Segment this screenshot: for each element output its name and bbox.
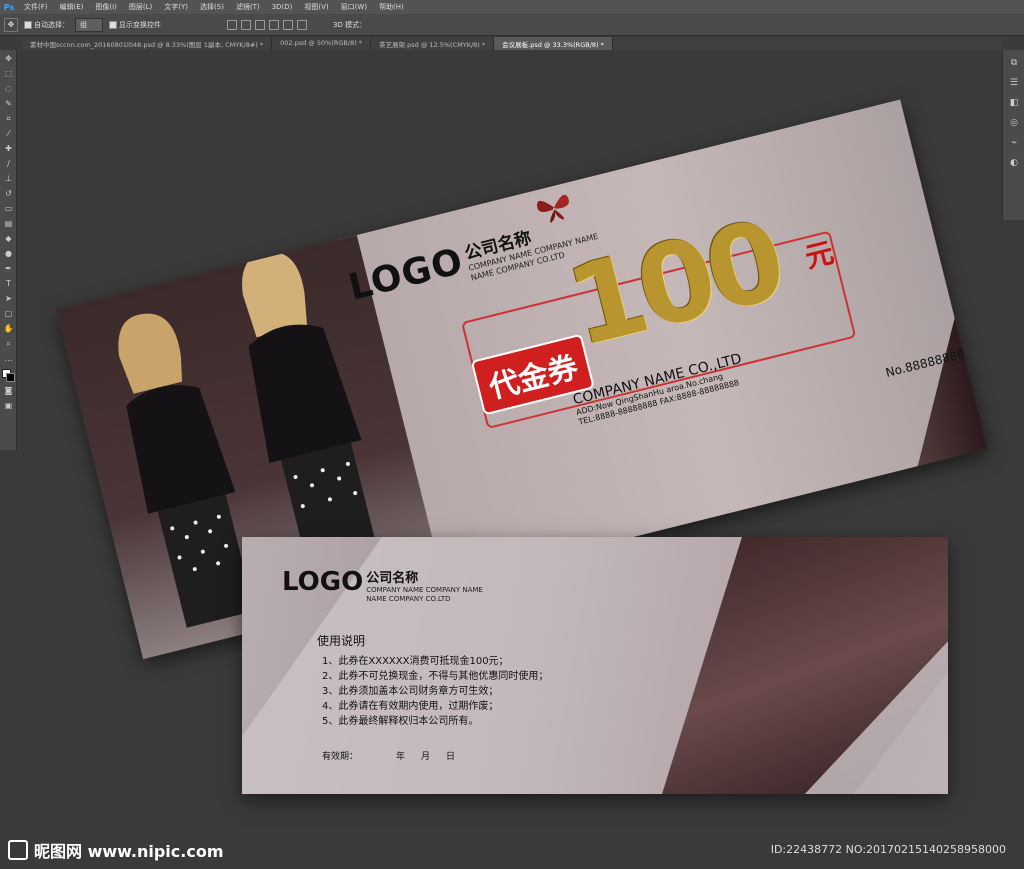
tab-document-active[interactable]: 会议展板.psd @ 33.3%(RGB/8) *: [494, 37, 613, 50]
quick-mask-icon[interactable]: ◙: [2, 384, 15, 397]
validity-year: 年: [396, 752, 406, 762]
menu-filter[interactable]: 滤镜(T): [230, 2, 266, 12]
screen-mode-icon[interactable]: ▣: [2, 399, 15, 412]
site-watermark: 昵图网 www.nipic.com: [8, 838, 224, 862]
menu-3d[interactable]: 3D(D): [266, 3, 299, 11]
usage-rule: 5、此券最终解释权归本公司所有。: [322, 716, 479, 727]
auto-select-checkbox[interactable]: [24, 20, 32, 29]
back-logo-text: LOGO: [282, 567, 364, 597]
usage-rule: 3、此券须加盖本公司财务章方可生效；: [322, 686, 499, 697]
blur-icon[interactable]: ◆: [2, 232, 15, 245]
menu-view[interactable]: 视图(V): [298, 2, 334, 12]
tab-document-2[interactable]: 002.psd @ 50%(RGB/8) *: [272, 37, 372, 50]
validity-day: 日: [446, 752, 456, 762]
hand-icon[interactable]: ✋: [2, 322, 15, 335]
paths-panel-icon[interactable]: ⌁: [1007, 136, 1021, 150]
menu-type[interactable]: 文字(Y): [158, 2, 194, 12]
type-icon[interactable]: T: [2, 277, 15, 290]
menu-edit[interactable]: 编辑(E): [54, 2, 90, 12]
back-company-name-cn: 公司名称: [366, 571, 419, 586]
align-left-icon[interactable]: [269, 19, 279, 30]
usage-rules: 1、此券在XXXXXX消费可抵现金100元； 2、此券不可兑换现金，不得与其他优…: [322, 654, 548, 729]
align-controls: [227, 19, 307, 30]
tools-panel: ✥ ⬚ ◌ ✎ ⌗ ⁄ ✚ ∕ ⊥ ↺ ▭ ▤ ◆ ● ✒ T ➤ ▢ ✋ ⌕ …: [0, 50, 17, 450]
photoshop-logo-icon: Ps: [3, 2, 15, 12]
more-tools-icon[interactable]: …: [2, 352, 15, 365]
nipic-logo-icon: [8, 840, 28, 860]
options-bar: ✥ 自动选择： 组 显示变换控件 3D 模式：: [0, 14, 1024, 36]
usage-rule: 2、此券不可兑换现金，不得与其他优惠同时使用；: [322, 671, 549, 682]
menu-select[interactable]: 选择(S): [194, 2, 230, 12]
voucher-back: LOGO 公司名称 COMPANY NAME COMPANY NAME NAME…: [242, 537, 948, 794]
align-center-icon[interactable]: [283, 19, 293, 30]
auto-select-option[interactable]: 自动选择：: [24, 20, 69, 30]
validity-label: 有效期：: [322, 752, 359, 762]
show-transform-label: 显示变换控件: [119, 20, 161, 29]
eyedropper-icon[interactable]: ⁄: [2, 127, 15, 140]
auto-select-dropdown[interactable]: 组: [75, 17, 103, 32]
align-top-icon[interactable]: [227, 19, 237, 30]
back-company-name-en-1: COMPANY NAME COMPANY NAME: [366, 586, 483, 594]
dodge-icon[interactable]: ●: [2, 247, 15, 260]
healing-icon[interactable]: ✚: [2, 142, 15, 155]
history-brush-icon[interactable]: ↺: [2, 187, 15, 200]
tab-document-3[interactable]: 茶艺展架.psd @ 12.5%(CMYK/8) *: [371, 37, 495, 50]
pen-icon[interactable]: ✒: [2, 262, 15, 275]
tab-document-1[interactable]: 素材中国sccnn.com_20160801l048.psd @ 8.33%(图…: [22, 37, 273, 50]
menu-image[interactable]: 图像(I): [89, 2, 123, 12]
background-color-swatch[interactable]: [6, 373, 15, 382]
gradient-icon[interactable]: ▤: [2, 217, 15, 230]
menu-bar: Ps 文件(F) 编辑(E) 图像(I) 图层(L) 文字(Y) 选择(S) 滤…: [0, 0, 1024, 14]
channels-panel-icon[interactable]: ◎: [1007, 116, 1021, 130]
usage-rule: 1、此券在XXXXXX消费可抵现金100元；: [322, 656, 509, 667]
auto-select-label: 自动选择：: [34, 20, 69, 29]
crop-icon[interactable]: ⌗: [2, 112, 15, 125]
shape-icon[interactable]: ▢: [2, 307, 15, 320]
brush-icon[interactable]: ∕: [2, 157, 15, 170]
eraser-icon[interactable]: ▭: [2, 202, 15, 215]
lasso-icon[interactable]: ◌: [2, 82, 15, 95]
layers-panel-icon[interactable]: ◧: [1007, 96, 1021, 110]
document-tabs: 素材中国sccnn.com_20160801l048.psd @ 8.33%(图…: [22, 37, 1002, 50]
stamp-icon[interactable]: ⊥: [2, 172, 15, 185]
marquee-icon[interactable]: ⬚: [2, 67, 15, 80]
right-panel-strip: ⧉ ☰ ◧ ◎ ⌁ ◐: [1002, 50, 1024, 220]
watermark-id: ID:22438772 NO:20170215140258958000: [770, 843, 1006, 856]
menu-help[interactable]: 帮助(H): [373, 2, 410, 12]
usage-rule: 4、此券请在有效期内使用，过期作废；: [322, 701, 499, 712]
quick-select-icon[interactable]: ✎: [2, 97, 15, 110]
validity-month: 月: [421, 752, 431, 762]
menu-window[interactable]: 窗口(W): [335, 2, 373, 12]
move-icon[interactable]: ✥: [2, 52, 15, 65]
menu-file[interactable]: 文件(F): [18, 2, 54, 12]
show-transform-option[interactable]: 显示变换控件: [109, 20, 161, 30]
menu-layer[interactable]: 图层(L): [123, 2, 158, 12]
align-middle-icon[interactable]: [241, 19, 251, 30]
adjustments-panel-icon[interactable]: ◐: [1007, 156, 1021, 170]
align-right-icon[interactable]: [297, 19, 307, 30]
back-logo-block: LOGO 公司名称 COMPANY NAME COMPANY NAME NAME…: [282, 567, 483, 604]
history-panel-icon[interactable]: ⧉: [1007, 56, 1021, 70]
validity-row: 有效期： 年 月 日: [322, 749, 455, 762]
move-tool-icon[interactable]: ✥: [4, 17, 18, 32]
show-transform-checkbox[interactable]: [109, 20, 117, 29]
path-select-icon[interactable]: ➤: [2, 292, 15, 305]
zoom-icon[interactable]: ⌕: [2, 337, 15, 350]
align-bottom-icon[interactable]: [255, 19, 265, 30]
mode-3d-label: 3D 模式：: [333, 20, 367, 29]
properties-panel-icon[interactable]: ☰: [1007, 76, 1021, 90]
usage-title: 使用说明: [317, 634, 366, 648]
back-company-name-en-2: NAME COMPANY CO.LTD: [366, 595, 451, 603]
watermark-site: 昵图网 www.nipic.com: [34, 842, 224, 861]
